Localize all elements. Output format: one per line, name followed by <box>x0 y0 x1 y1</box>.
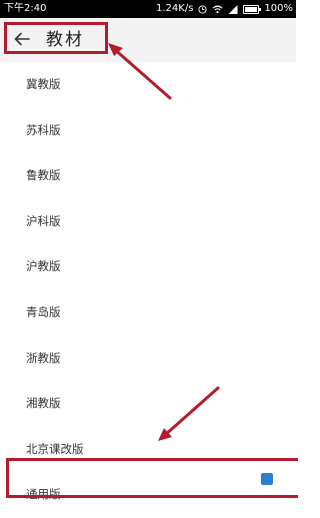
list-item[interactable]: 浙教版 <box>0 336 296 382</box>
status-time: 下午2:40 <box>4 3 47 14</box>
battery-icon <box>243 4 262 14</box>
clock-icon <box>198 4 207 14</box>
list-item[interactable]: 苏科版 <box>0 108 296 154</box>
watermark-icon <box>261 473 273 485</box>
textbook-list: 冀教版 苏科版 鲁教版 沪科版 沪教版 青岛版 浙教版 湘教版 北京课改版 通用版 <box>0 62 296 518</box>
battery-percent: 100% <box>264 3 293 14</box>
status-bar: 下午2:40 1.24K/s 100% <box>0 0 296 18</box>
list-item[interactable]: 沪教版 <box>0 244 296 290</box>
wifi-icon <box>212 5 223 14</box>
signal-icon <box>228 4 238 14</box>
title-highlight-box <box>4 22 108 54</box>
network-speed: 1.24K/s <box>156 3 194 14</box>
list-item[interactable]: 冀教版 <box>0 62 296 108</box>
list-item[interactable]: 鲁教版 <box>0 153 296 199</box>
list-item[interactable]: 青岛版 <box>0 290 296 336</box>
list-item[interactable]: 沪科版 <box>0 199 296 245</box>
status-icons: 1.24K/s 100% <box>156 0 293 18</box>
list-item[interactable]: 湘教版 <box>0 381 296 427</box>
watermark-logo <box>242 468 292 490</box>
